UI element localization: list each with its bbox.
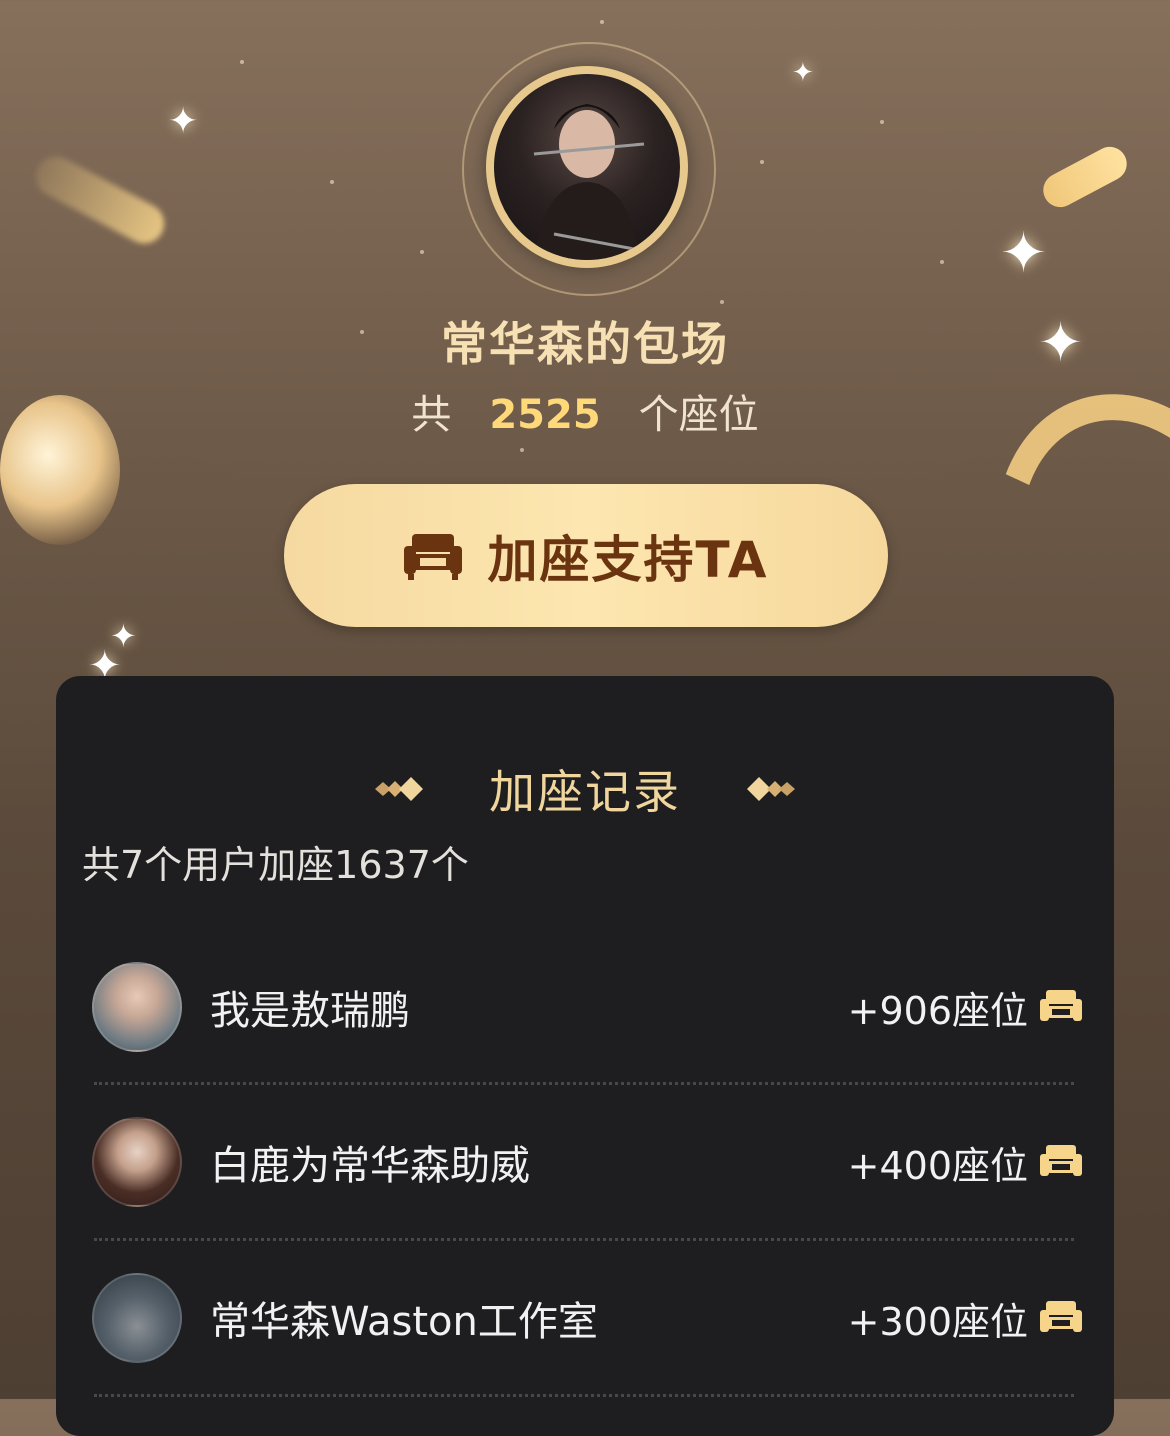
user-name[interactable]: 常华森Waston工作室 — [210, 1289, 848, 1347]
seat-added: +300座位 — [847, 1299, 1028, 1344]
sparkle-icon: ✦ — [1000, 221, 1047, 286]
avatar[interactable] — [92, 1117, 182, 1207]
sparkle-icon: ✦ — [168, 101, 199, 142]
sparkle-icon: ✦ — [792, 58, 814, 88]
page-title: 常华森的包场 — [441, 317, 729, 371]
divider — [94, 1082, 1074, 1085]
list-item[interactable]: 白鹿为常华森助威 +400座位 — [92, 1117, 1082, 1207]
sofa-icon — [1040, 1301, 1082, 1332]
user-name[interactable]: 白鹿为常华森助威 — [210, 1133, 848, 1191]
avatar[interactable] — [92, 962, 182, 1052]
sofa-icon — [403, 533, 462, 580]
seat-added: +400座位 — [847, 1143, 1028, 1188]
divider — [94, 1238, 1074, 1241]
seat-record-panel: 加座记录 共7个用户加座1637个 我是敖瑞鹏 +906座位 白鹿为常华森助威 … — [56, 676, 1114, 1436]
diamond-right-icon — [747, 777, 795, 801]
count-prefix: 共 — [411, 392, 452, 438]
host-avatar[interactable] — [486, 66, 688, 268]
list-item[interactable]: 常华森Waston工作室 +300座位 — [92, 1273, 1082, 1363]
seat-count: 2525 — [489, 392, 601, 438]
divider — [94, 1394, 1074, 1397]
seat-count-line: 共 2525 个座位 — [0, 382, 1170, 440]
user-name[interactable]: 我是敖瑞鹏 — [210, 978, 848, 1036]
host-avatar-image — [494, 74, 680, 260]
diamond-left-icon — [375, 777, 423, 801]
count-suffix: 个座位 — [638, 392, 759, 438]
panel-header: 加座记录 — [56, 756, 1114, 822]
seat-added: +906座位 — [847, 988, 1028, 1033]
record-summary: 共7个用户加座1637个 — [82, 843, 469, 887]
add-seat-label: 加座支持TA — [487, 530, 769, 589]
avatar[interactable] — [92, 1273, 182, 1363]
add-seat-button[interactable]: 加座支持TA — [284, 484, 888, 627]
panel-title: 加座记录 — [489, 765, 681, 819]
sofa-icon — [1040, 990, 1082, 1021]
sofa-icon — [1040, 1145, 1082, 1176]
list-item[interactable]: 我是敖瑞鹏 +906座位 — [92, 962, 1082, 1052]
